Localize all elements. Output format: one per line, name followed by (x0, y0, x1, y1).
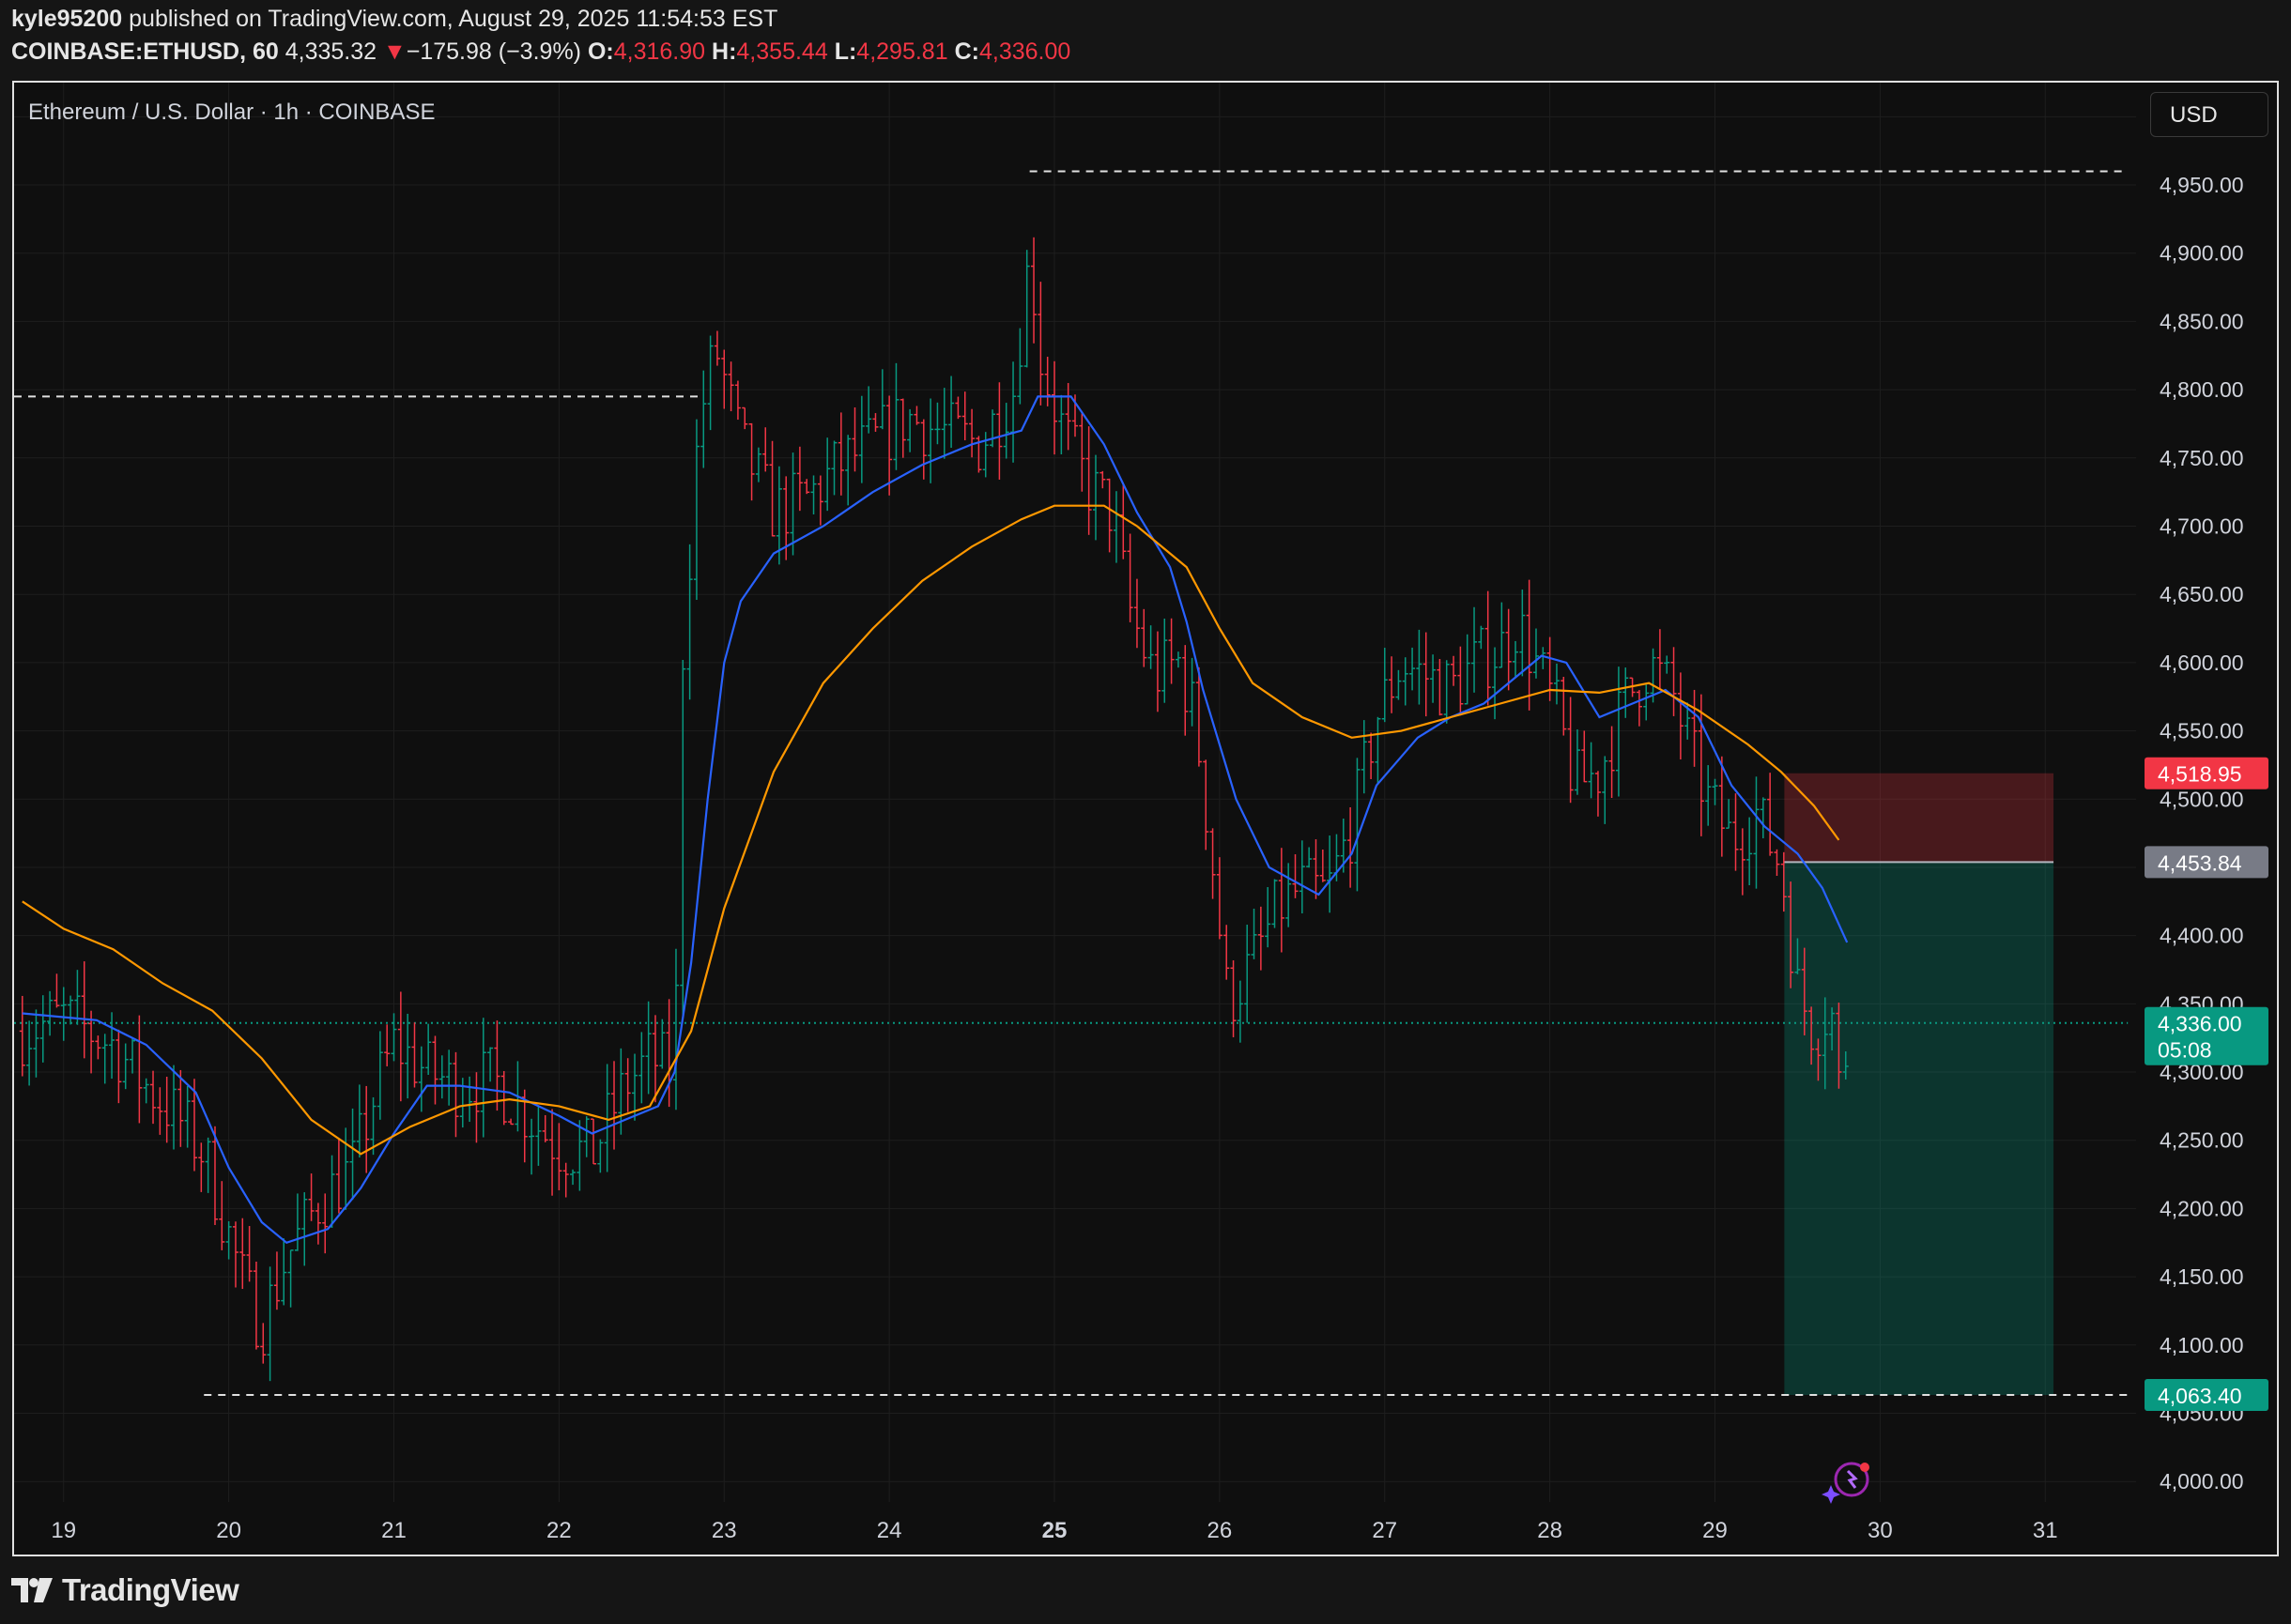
currency-button[interactable]: USD (2150, 92, 2268, 137)
tradingview-logo[interactable]: TradingView (11, 1571, 239, 1609)
price-tick-label: 4,900.00 (2160, 241, 2244, 266)
price-label-text: 4,336.00 (2158, 1012, 2242, 1036)
price-tick-label: 4,650.00 (2160, 582, 2244, 606)
price-tick-label: 4,100.00 (2160, 1333, 2244, 1357)
price-tick-label: 4,600.00 (2160, 651, 2244, 675)
countdown-label-text: 05:08 (2158, 1038, 2212, 1063)
price-tick-label: 4,950.00 (2160, 173, 2244, 197)
price-tick-label: 4,000.00 (2160, 1469, 2244, 1494)
time-tick-label: 31 (2033, 1518, 2058, 1543)
tradingview-logo-text: TradingView (62, 1572, 239, 1607)
take-profit-zone (1784, 862, 2054, 1396)
time-tick-label: 29 (1702, 1518, 1728, 1543)
price-tick-label: 4,400.00 (2160, 924, 2244, 948)
price-axis: 5,000.004,950.004,900.004,850.004,800.00… (2160, 104, 2244, 1494)
price-tick-label: 4,750.00 (2160, 446, 2244, 470)
chart-legend-title: Ethereum / U.S. Dollar · 1h · COINBASE (28, 100, 436, 125)
time-tick-label: 25 (1042, 1518, 1068, 1543)
moving-average-line (22, 504, 1840, 1156)
time-tick-label: 20 (216, 1518, 241, 1543)
time-tick-label: 28 (1537, 1518, 1562, 1543)
assistant-sparkle-icon (1822, 1462, 1869, 1504)
price-tick-label: 4,800.00 (2160, 377, 2244, 402)
time-tick-label: 30 (1868, 1518, 1893, 1543)
moving-average-line (22, 395, 1849, 1245)
price-label-text: 4,063.40 (2158, 1384, 2242, 1408)
time-axis: 19 20 21 22 23 24 25 26 27 28 29 30 31 (51, 1518, 2057, 1543)
candlesticks (19, 237, 1849, 1382)
time-tick-label: 23 (712, 1518, 737, 1543)
time-tick-label: 26 (1207, 1518, 1233, 1543)
time-tick-label: 19 (51, 1518, 76, 1543)
price-tick-label: 4,500.00 (2160, 787, 2244, 811)
price-tick-label: 4,150.00 (2160, 1264, 2244, 1289)
time-tick-label: 27 (1372, 1518, 1397, 1543)
moving-averages (22, 395, 1849, 1245)
price-tick-label: 4,550.00 (2160, 719, 2244, 743)
price-tick-label: 4,200.00 (2160, 1196, 2244, 1220)
price-tick-label: 4,850.00 (2160, 309, 2244, 333)
time-tick-label: 21 (381, 1518, 407, 1543)
price-tick-label: 4,700.00 (2160, 514, 2244, 539)
stop-loss-zone (1784, 773, 2054, 863)
tradingview-logo-icon (11, 1578, 53, 1602)
footer (0, 1558, 2291, 1624)
price-chart[interactable]: 5,000.004,950.004,900.004,850.004,800.00… (0, 0, 2291, 1624)
price-label-text: 4,453.84 (2158, 850, 2242, 875)
price-label-text: 4,518.95 (2158, 762, 2242, 787)
time-tick-label: 24 (877, 1518, 902, 1543)
price-tick-label: 4,250.00 (2160, 1128, 2244, 1153)
time-tick-label: 22 (546, 1518, 572, 1543)
